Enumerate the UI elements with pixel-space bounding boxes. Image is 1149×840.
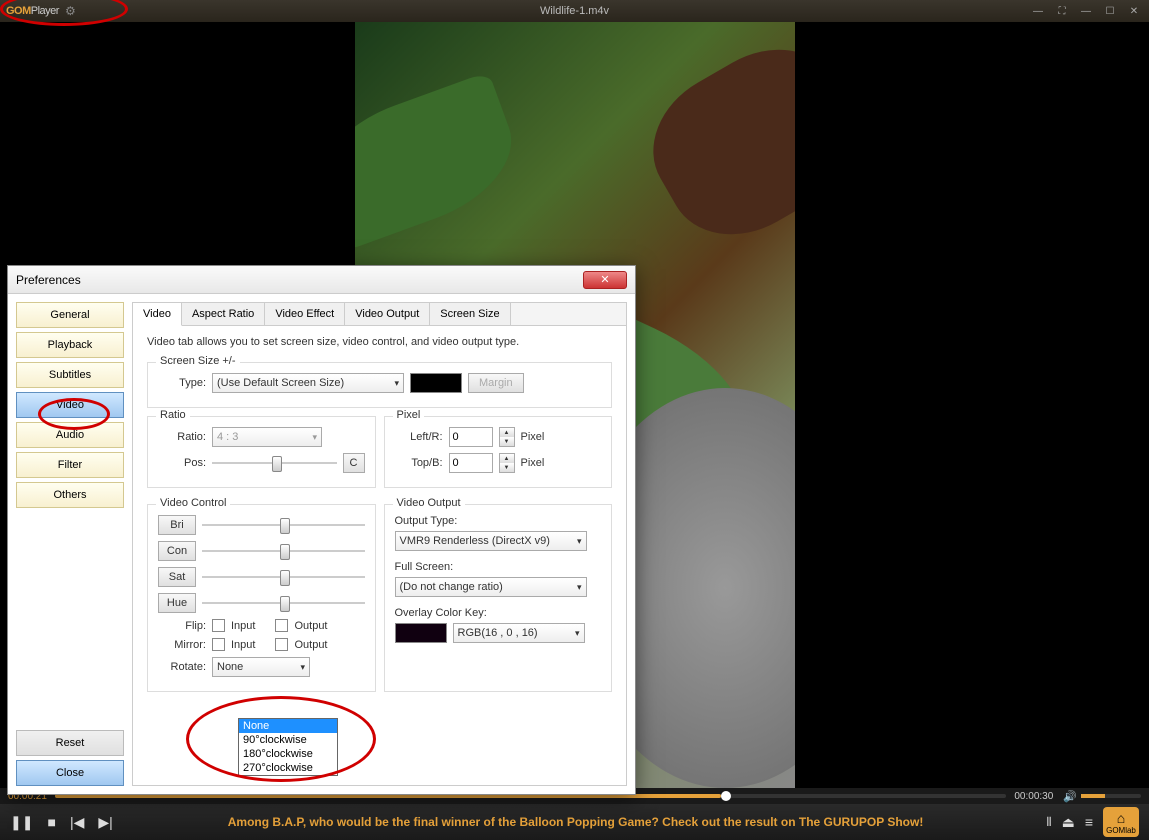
sidebar-item-playback[interactable]: Playback	[16, 332, 124, 358]
tab-video[interactable]: Video	[133, 303, 182, 326]
contrast-slider[interactable]	[202, 541, 365, 561]
rotate-option-90[interactable]: 90°clockwise	[239, 733, 337, 747]
next-button[interactable]: ▶|	[98, 814, 112, 831]
leftright-label: Left/R:	[395, 431, 443, 443]
preferences-sidebar: General Playback Subtitles Video Audio F…	[16, 302, 124, 786]
seek-thumb[interactable]	[721, 791, 731, 801]
output-type-select[interactable]: VMR9 Renderless (DirectX v9)	[395, 531, 587, 551]
group-screen-size: Screen Size +/- Type: (Use Default Scree…	[147, 362, 612, 408]
preferences-title: Preferences	[16, 273, 81, 287]
tab-aspect-ratio[interactable]: Aspect Ratio	[182, 303, 265, 325]
mirror-output-check[interactable]	[275, 638, 288, 651]
output-type-label: Output Type:	[395, 515, 602, 527]
preferences-close-button[interactable]: ✕	[583, 271, 627, 289]
stop-button[interactable]: ■	[47, 814, 55, 830]
topbottom-spinner[interactable]: ▲▼	[499, 453, 515, 473]
preferences-dialog: Preferences ✕ General Playback Subtitles…	[7, 265, 636, 795]
sidebar-item-video[interactable]: Video	[16, 392, 124, 418]
preferences-titlebar: Preferences ✕	[8, 266, 635, 294]
volume-track[interactable]	[1081, 794, 1141, 798]
control-bar: ❚❚ ■ |◀ ▶| Among B.A.P, who would be the…	[0, 804, 1149, 840]
fullscreen-select[interactable]: (Do not change ratio)	[395, 577, 587, 597]
app-logo: GOMPlayer	[6, 5, 59, 17]
sidebar-item-others[interactable]: Others	[16, 482, 124, 508]
margin-button[interactable]: Margin	[468, 373, 524, 393]
marquee-text: Among B.A.P, who would be the final winn…	[127, 815, 1025, 829]
sidebar-item-general[interactable]: General	[16, 302, 124, 328]
rotate-label: Rotate:	[158, 661, 206, 673]
type-label: Type:	[158, 377, 206, 389]
preferences-main: Video Aspect Ratio Video Effect Video Ou…	[132, 302, 627, 786]
preferences-tabs: Video Aspect Ratio Video Effect Video Ou…	[133, 303, 626, 326]
menu-icon[interactable]: ≡	[1085, 814, 1093, 830]
flip-label: Flip:	[158, 620, 206, 632]
rotate-option-270[interactable]: 270°clockwise	[239, 761, 337, 775]
saturation-slider[interactable]	[202, 567, 365, 587]
leftright-input[interactable]	[449, 427, 493, 447]
flip-input-check[interactable]	[212, 619, 225, 632]
hue-slider[interactable]	[202, 593, 365, 613]
lr-unit: Pixel	[521, 431, 545, 443]
fullscreen-label: Full Screen:	[395, 561, 602, 573]
pos-label: Pos:	[158, 457, 206, 469]
group-video-control: Video Control Bri Con Sat Hue Flip:Input…	[147, 504, 376, 692]
equalizer-icon[interactable]: ⦀	[1046, 815, 1051, 830]
topbottom-input[interactable]	[449, 453, 493, 473]
pause-button[interactable]: ❚❚	[10, 814, 33, 831]
tab-video-output[interactable]: Video Output	[345, 303, 430, 325]
minimize-extra-icon[interactable]: —	[1029, 5, 1047, 17]
leftright-spinner[interactable]: ▲▼	[499, 427, 515, 447]
group-ratio: Ratio Ratio: 4 : 3 Pos: C	[147, 416, 376, 488]
ratio-label: Ratio:	[158, 431, 206, 443]
overlay-select[interactable]: RGB(16 , 0 , 16)	[453, 623, 585, 643]
sidebar-item-filter[interactable]: Filter	[16, 452, 124, 478]
rotate-select[interactable]: None	[212, 657, 310, 677]
titlebar: GOMPlayer ⚙ Wildlife-1.m4v — ⛶ — ☐ ✕	[0, 0, 1149, 22]
mirror-label: Mirror:	[158, 639, 206, 651]
sidebar-item-subtitles[interactable]: Subtitles	[16, 362, 124, 388]
close-window-icon[interactable]: ✕	[1125, 5, 1143, 17]
group-video-output: Video Output Output Type: VMR9 Renderles…	[384, 504, 613, 692]
topbottom-label: Top/B:	[395, 457, 443, 469]
rotate-dropdown: None 90°clockwise 180°clockwise 270°cloc…	[238, 718, 338, 776]
saturation-button[interactable]: Sat	[158, 567, 196, 587]
rotate-option-none[interactable]: None	[239, 719, 337, 733]
home-button[interactable]: ⌂GOMlab	[1103, 807, 1139, 837]
hue-button[interactable]: Hue	[158, 593, 196, 613]
rotate-option-180[interactable]: 180°clockwise	[239, 747, 337, 761]
gear-icon[interactable]: ⚙	[65, 4, 76, 18]
screen-type-select[interactable]: (Use Default Screen Size)	[212, 373, 404, 393]
tb-unit: Pixel	[521, 457, 545, 469]
mirror-input-check[interactable]	[212, 638, 225, 651]
volume-icon[interactable]: 🔊	[1063, 790, 1077, 803]
ratio-select[interactable]: 4 : 3	[212, 427, 322, 447]
reset-button[interactable]: Reset	[16, 730, 124, 756]
eject-icon[interactable]: ⏏	[1062, 814, 1075, 831]
minimize-icon[interactable]: —	[1077, 5, 1095, 17]
flip-output-check[interactable]	[275, 619, 288, 632]
sidebar-item-audio[interactable]: Audio	[16, 422, 124, 448]
close-prefs-button[interactable]: Close	[16, 760, 124, 786]
group-pixel: Pixel Left/R: ▲▼ Pixel Top/B: ▲▼ Pixel	[384, 416, 613, 488]
overlay-label: Overlay Color Key:	[395, 607, 602, 619]
tab-video-effect[interactable]: Video Effect	[265, 303, 345, 325]
pos-center-button[interactable]: C	[343, 453, 365, 473]
maximize-icon[interactable]: ☐	[1101, 5, 1119, 17]
brightness-slider[interactable]	[202, 515, 365, 535]
contrast-button[interactable]: Con	[158, 541, 196, 561]
overlay-color-swatch[interactable]	[395, 623, 447, 643]
prev-button[interactable]: |◀	[70, 814, 84, 831]
fullscreen-icon[interactable]: ⛶	[1053, 5, 1071, 17]
brightness-button[interactable]: Bri	[158, 515, 196, 535]
tab-screen-size[interactable]: Screen Size	[430, 303, 510, 325]
window-title: Wildlife-1.m4v	[540, 5, 609, 17]
total-time: 00:00:30	[1014, 791, 1053, 802]
tab-description: Video tab allows you to set screen size,…	[147, 336, 612, 348]
screen-color-swatch[interactable]	[410, 373, 462, 393]
pos-slider[interactable]	[212, 453, 337, 473]
